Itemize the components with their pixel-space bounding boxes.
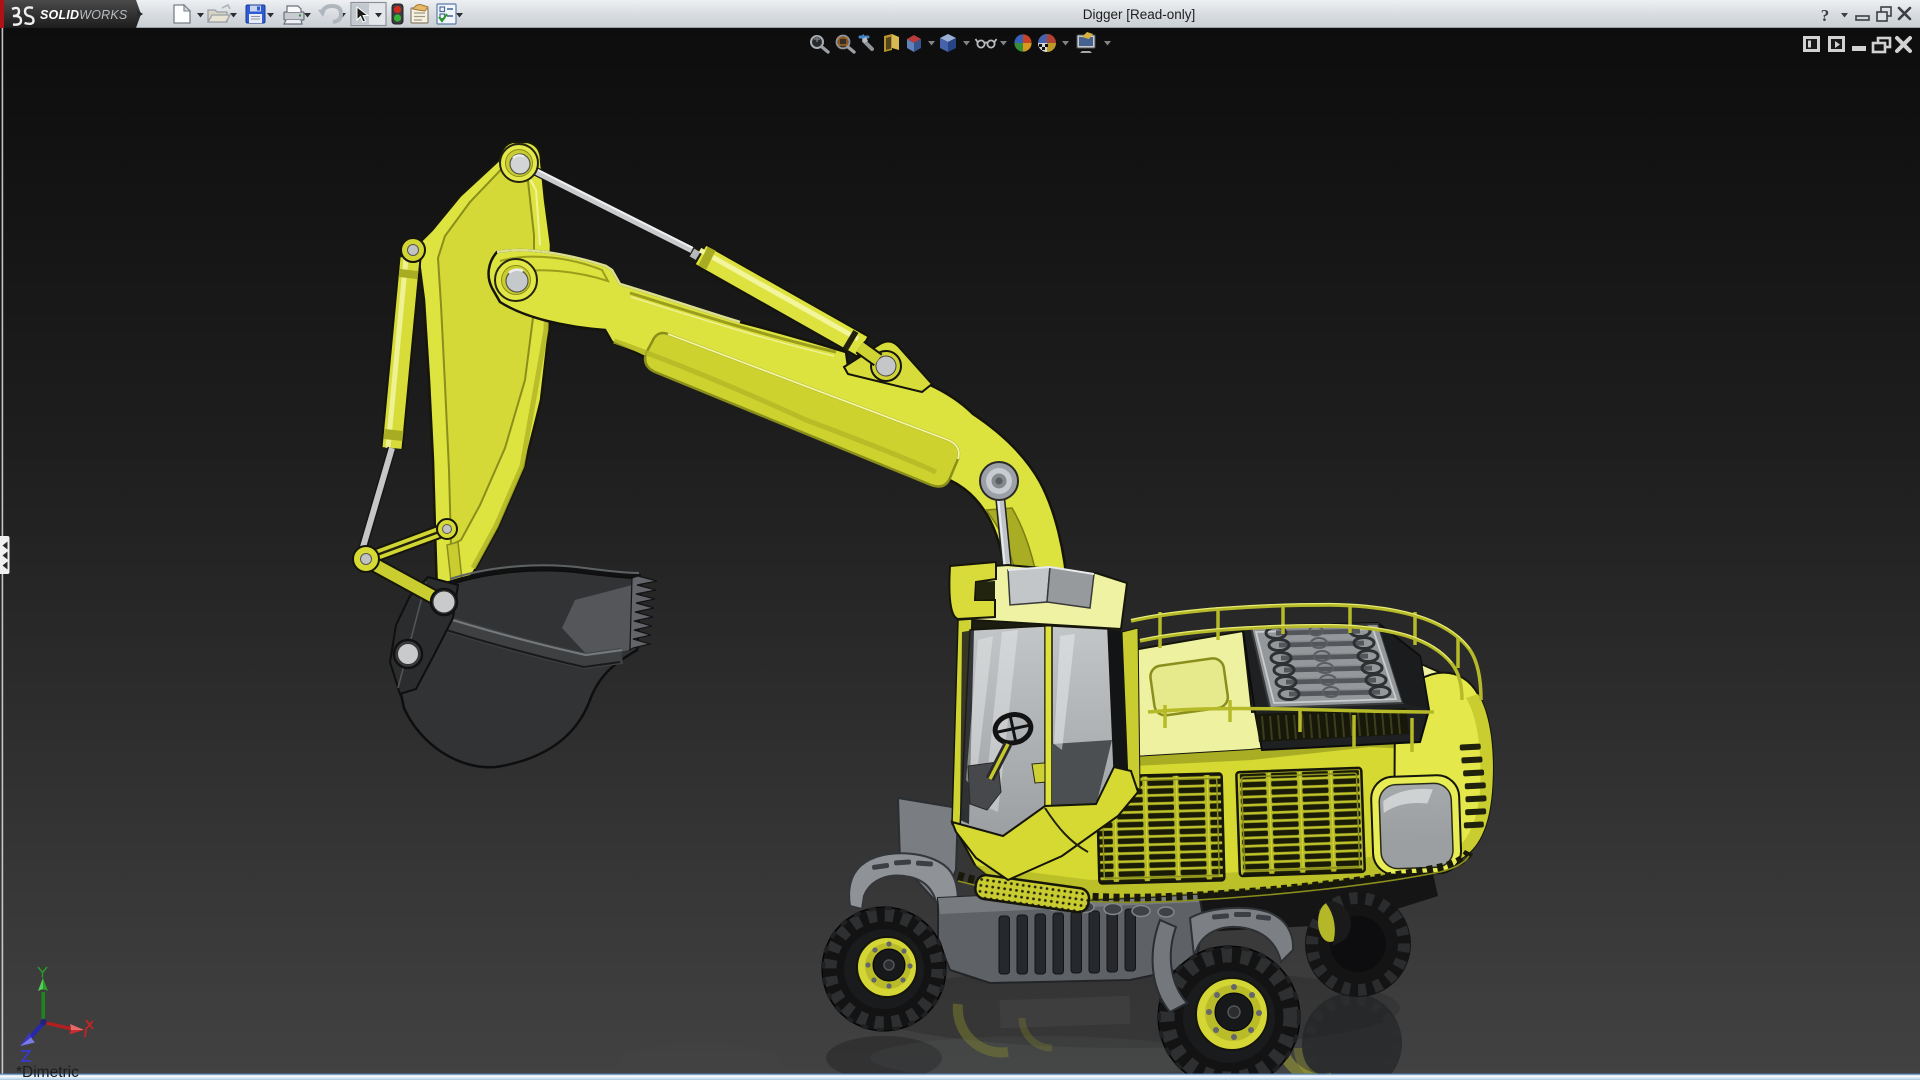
svg-text:?: ? xyxy=(1821,6,1830,25)
svg-text:Digger [Read-only]: Digger [Read-only] xyxy=(1083,7,1196,22)
svg-text:*Dimetric: *Dimetric xyxy=(16,1064,79,1080)
svg-text:SOLIDWORKS: SOLIDWORKS xyxy=(40,8,128,22)
